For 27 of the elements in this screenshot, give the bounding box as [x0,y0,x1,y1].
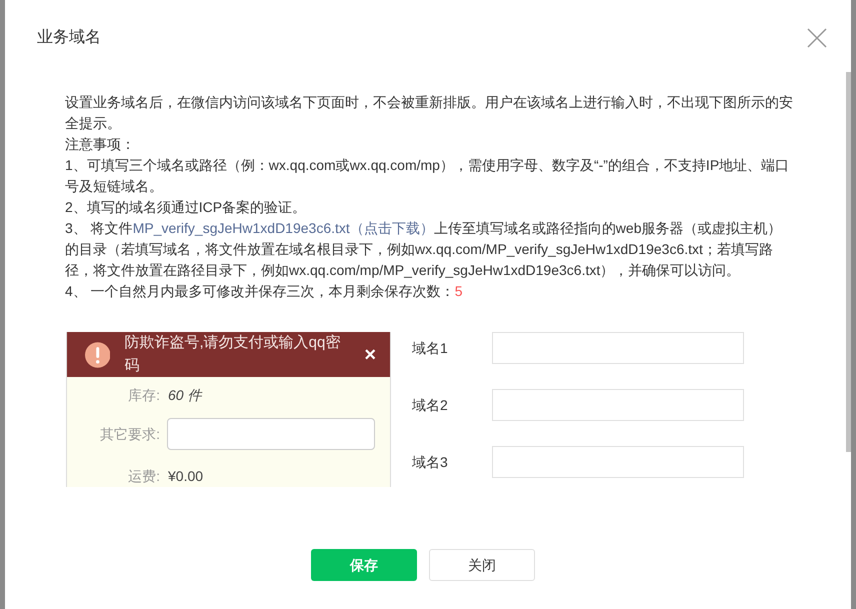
note-text: 1、可填写三个域名或路径（例：wx.qq.com或wx.qq.com/mp），需使用字母、数字及“-”的组合，不支持IP地址、端口号及短链域名。 [65,156,790,196]
download-link[interactable]: MP_verify_sgJeHw1xdD19e3c6.txt（点击下载） [132,220,434,236]
domain-label: 域名2 [412,396,449,414]
warning-text: 防欺诈盗号,请勿支付或输入qq密码 [124,333,342,376]
warning-icon [85,342,110,368]
domain-input[interactable] [492,446,744,478]
stock-label: 库存: [127,386,160,405]
remaining-count: 5 [454,283,462,299]
banner-close[interactable]: × [364,340,376,370]
dialog-title: 业务域名 [37,28,101,48]
close-icon[interactable] [807,28,827,48]
intro-text: 设置业务域名后，在微信内访问该域名下页面时，不会被重新排版。用户在该域名上进行输入时，不出现下图所示的安全提示。 [65,93,794,133]
fee-value: ¥0.00 [168,467,204,486]
note-text: 3、 将文件MP_verify_sgJeHw1xdD19e3c6.txt（点击下载）上传至填写域名或路径指向的web服务器（或虚拟主机）的目录（若填写域名，将文件放置在域名根目录下，例如wx.qq.com/MP_verify_sgJeHw1xdD19e3c6.txt；若填写路径，将文件放置在路径目录下，例如wx.qq.com/mp/MP_verify_sgJeHw1xdD19e3c6.txt），并确保可以访问。 [65,219,782,280]
domain-input[interactable] [492,389,744,421]
notes-title: 注意事项： [65,135,136,154]
domain-label: 域名3 [412,452,449,472]
other-label: 其它要求: [99,424,160,444]
note-text: 2、填写的域名须通过ICP备案的验证。 [65,198,308,217]
fee-label: 运费: [127,467,160,486]
stock-value: 60 件 [168,386,202,405]
close-button[interactable]: 关闭 [429,549,535,581]
note-text: 4、 一个自然月内最多可修改并保存三次，本月剩余保存次数：5 [65,282,464,301]
other-input[interactable] [167,418,375,450]
scrollbar[interactable] [846,72,851,452]
domain-input[interactable] [492,332,744,364]
domain-label: 域名1 [412,338,449,358]
